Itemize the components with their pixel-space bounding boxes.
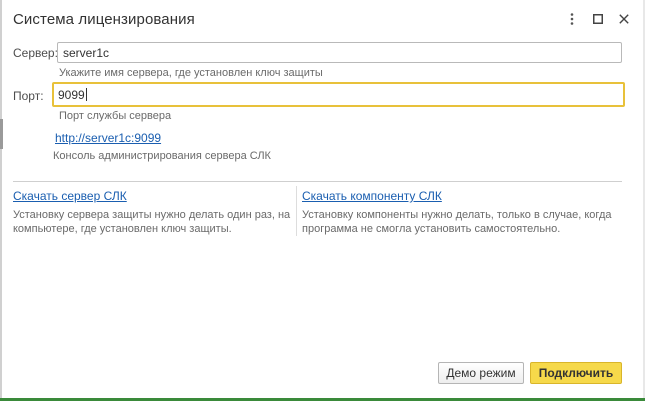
licensing-dialog: Система лицензирования Сервер: server1c … (0, 0, 645, 401)
admin-console-hint: Консоль администрирования сервера СЛК (53, 150, 271, 162)
server-input[interactable]: server1c (57, 42, 622, 63)
close-button[interactable] (611, 8, 637, 30)
title-bar-controls (559, 8, 637, 30)
download-server-description: Установку сервера защиты нужно делать од… (13, 208, 290, 236)
server-hint: Укажите имя сервера, где установлен ключ… (59, 67, 323, 79)
window-resize-mark (0, 119, 3, 149)
download-component-description: Установку компоненты нужно делать, тольк… (302, 208, 611, 236)
server-label: Сервер: (13, 46, 58, 60)
connect-button[interactable]: Подключить (530, 362, 622, 384)
demo-mode-button[interactable]: Демо режим (438, 362, 524, 384)
column-divider (296, 186, 297, 236)
port-input[interactable]: 9099 (52, 82, 625, 107)
port-hint: Порт службы сервера (59, 110, 172, 122)
more-vertical-icon (570, 13, 574, 25)
download-component-description-line1: Установку компоненты нужно делать, тольк… (302, 209, 612, 221)
admin-console-link[interactable]: http://server1c:9099 (55, 131, 161, 145)
section-separator (13, 181, 622, 182)
maximize-icon (593, 14, 603, 24)
download-server-link[interactable]: Скачать сервер СЛК (13, 189, 127, 203)
download-component-description-line2: программа не смогла установить самостоят… (302, 223, 561, 235)
download-server-description-line2: компьютере, где установлен ключ защиты. (13, 223, 232, 235)
port-input-value: 9099 (58, 88, 85, 102)
window-left-edge (0, 0, 2, 401)
download-component-link[interactable]: Скачать компоненту СЛК (302, 189, 442, 203)
dialog-title: Система лицензирования (13, 11, 195, 28)
more-button[interactable] (559, 8, 585, 30)
text-caret (85, 88, 87, 101)
download-server-description-line1: Установку сервера защиты нужно делать од… (13, 209, 291, 221)
port-label: Порт: (13, 89, 44, 103)
close-icon (619, 14, 629, 24)
maximize-button[interactable] (585, 8, 611, 30)
server-input-value: server1c (63, 46, 110, 60)
